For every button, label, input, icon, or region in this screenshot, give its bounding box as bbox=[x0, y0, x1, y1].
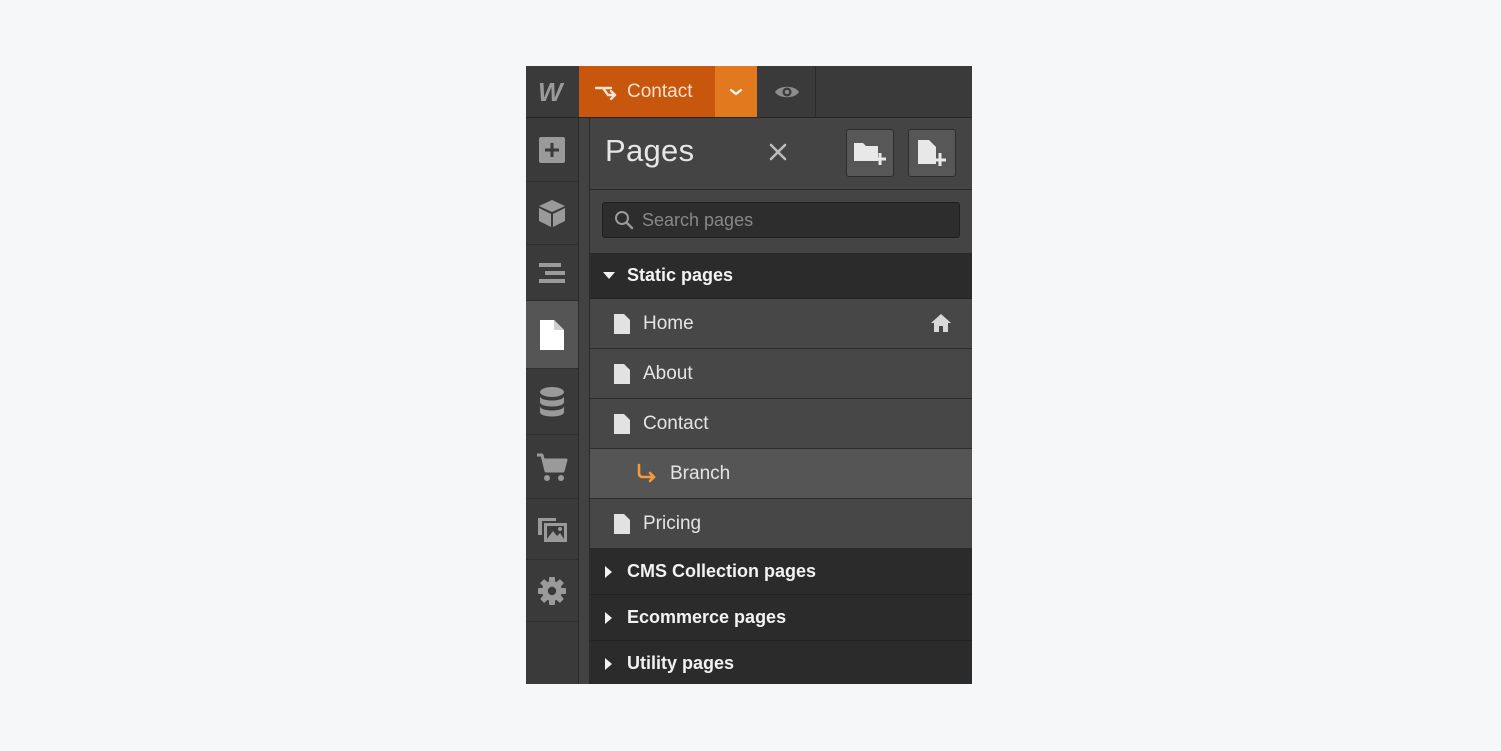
search-box bbox=[602, 202, 960, 238]
page-icon bbox=[613, 413, 631, 435]
settings-button[interactable] bbox=[526, 560, 578, 622]
close-icon bbox=[769, 143, 787, 161]
page-row-contact[interactable]: Contact bbox=[590, 399, 972, 449]
cart-icon bbox=[537, 453, 568, 481]
ecommerce-button[interactable] bbox=[526, 435, 578, 499]
search-area bbox=[590, 190, 972, 253]
caret-right-icon bbox=[603, 657, 615, 670]
webflow-logo-icon: W bbox=[538, 81, 565, 103]
page-label: Contact bbox=[643, 412, 709, 434]
search-icon bbox=[614, 210, 634, 230]
assets-button[interactable] bbox=[526, 499, 578, 560]
top-bar: W Contact bbox=[526, 66, 972, 118]
section-ecommerce-pages[interactable]: Ecommerce pages bbox=[590, 595, 972, 641]
page-row-branch[interactable]: Branch bbox=[590, 449, 972, 499]
current-page-label: Contact bbox=[627, 80, 693, 102]
preview-button[interactable] bbox=[758, 66, 816, 117]
caret-down-icon bbox=[603, 271, 615, 280]
page-row-about[interactable]: About bbox=[590, 349, 972, 399]
eye-icon bbox=[774, 86, 799, 97]
plus-square-icon bbox=[539, 136, 565, 163]
navigator-icon bbox=[539, 262, 565, 283]
folder-add-icon bbox=[854, 143, 886, 165]
page-icon bbox=[540, 319, 564, 350]
close-panel-button[interactable] bbox=[766, 140, 790, 164]
cms-button[interactable] bbox=[526, 369, 578, 435]
section-label: Ecommerce pages bbox=[627, 607, 787, 627]
designer-app: W Contact Pages Search pages Static page… bbox=[526, 66, 972, 684]
images-icon bbox=[538, 518, 567, 542]
branch-icon bbox=[636, 463, 658, 485]
left-toolbar bbox=[526, 118, 579, 684]
page-row-pricing[interactable]: Pricing bbox=[590, 499, 972, 549]
webflow-logo[interactable]: W bbox=[526, 66, 578, 117]
add-elements-button[interactable] bbox=[526, 118, 578, 182]
home-icon bbox=[930, 313, 952, 333]
cube-icon bbox=[539, 200, 565, 227]
pages-panel: Pages Search pages Static pages Home Abo… bbox=[590, 118, 972, 684]
symbols-button[interactable] bbox=[526, 182, 578, 245]
section-label: Utility pages bbox=[627, 653, 735, 673]
page-add-icon bbox=[918, 140, 946, 166]
page-label: Pricing bbox=[643, 512, 702, 534]
page-icon bbox=[613, 363, 631, 385]
pages-button[interactable] bbox=[526, 301, 578, 369]
pages-list: Static pages Home About Contact Branch P… bbox=[590, 253, 972, 684]
section-cms-collection-pages[interactable]: CMS Collection pages bbox=[590, 549, 972, 595]
page-row-home[interactable]: Home bbox=[590, 299, 972, 349]
page-label: About bbox=[643, 362, 693, 384]
page-icon bbox=[613, 513, 631, 535]
panel-gutter bbox=[579, 118, 590, 684]
gear-icon bbox=[538, 576, 566, 605]
database-icon bbox=[540, 386, 564, 416]
section-label: Static pages bbox=[627, 265, 734, 285]
search-input[interactable] bbox=[642, 209, 959, 231]
caret-right-icon bbox=[603, 611, 615, 624]
page-label: Branch bbox=[670, 462, 731, 484]
svg-text:W: W bbox=[538, 81, 565, 103]
page-icon bbox=[613, 313, 631, 335]
chevron-down-icon bbox=[729, 88, 743, 95]
section-label: CMS Collection pages bbox=[627, 561, 817, 581]
new-folder-button[interactable] bbox=[846, 129, 894, 177]
section-utility-pages[interactable]: Utility pages bbox=[590, 641, 972, 684]
panel-title: Pages bbox=[605, 133, 695, 168]
section-static-pages[interactable]: Static pages bbox=[590, 253, 972, 299]
navigator-button[interactable] bbox=[526, 245, 578, 301]
caret-right-icon bbox=[603, 565, 615, 578]
pages-panel-header: Pages bbox=[590, 118, 972, 190]
page-dropdown-button[interactable] bbox=[715, 66, 757, 117]
new-page-button[interactable] bbox=[908, 129, 956, 177]
current-page-button[interactable]: Contact bbox=[579, 66, 715, 117]
branch-icon bbox=[595, 84, 617, 100]
page-label: Home bbox=[643, 312, 694, 334]
